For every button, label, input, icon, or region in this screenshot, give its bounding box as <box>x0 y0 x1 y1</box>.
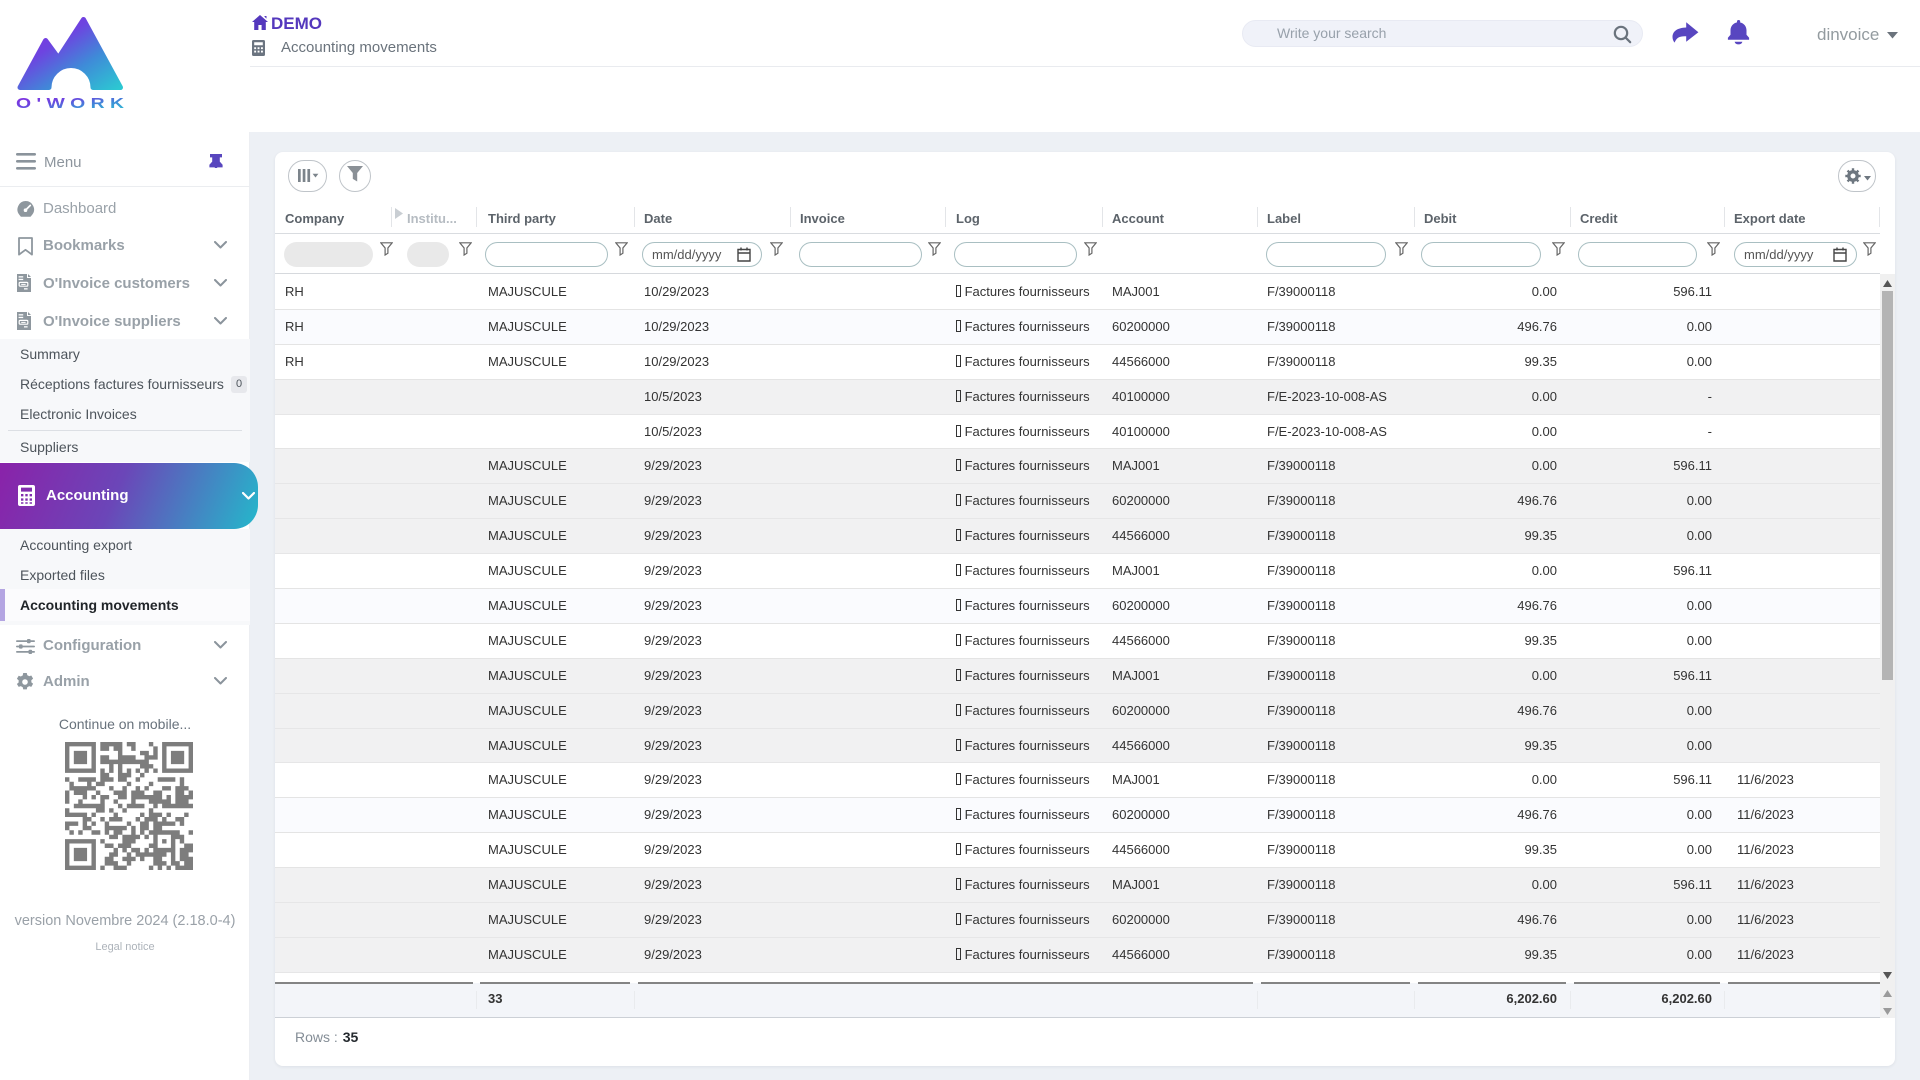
svg-text:O ' W O R K: O ' W O R K <box>16 95 124 112</box>
